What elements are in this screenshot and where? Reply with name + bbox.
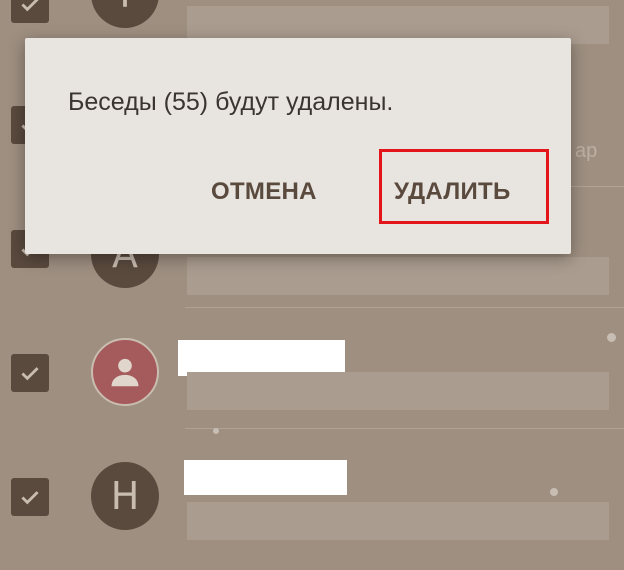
conversation-row[interactable]: Т — [0, 0, 624, 44]
delete-confirm-dialog: Беседы (55) будут удалены. ОТМЕНА УДАЛИТ… — [25, 38, 571, 254]
contact-name-redacted — [178, 340, 345, 376]
conversation-row[interactable] — [0, 310, 624, 428]
dialog-message: Беседы (55) будут удалены. — [68, 88, 394, 116]
wallpaper-dot — [213, 428, 219, 434]
contact-name-redacted — [184, 460, 347, 495]
row-checkbox[interactable] — [11, 478, 49, 516]
delete-button-highlight — [379, 149, 549, 224]
check-icon — [21, 0, 39, 12]
wallpaper-dot — [550, 488, 558, 496]
row-checkbox[interactable] — [11, 0, 49, 23]
row-checkbox[interactable] — [11, 354, 49, 392]
avatar: Н — [91, 462, 159, 530]
check-icon — [21, 491, 39, 505]
message-snippet-redacted — [187, 257, 609, 295]
wallpaper-dot — [607, 333, 616, 342]
message-snippet-redacted — [187, 502, 609, 540]
divider — [185, 307, 624, 308]
snippet-tail: ар — [575, 140, 598, 162]
cancel-button[interactable]: ОТМЕНА — [211, 178, 317, 206]
message-snippet-redacted — [187, 372, 609, 410]
divider — [185, 428, 624, 429]
avatar-letter: Т — [113, 0, 136, 16]
person-icon — [111, 358, 139, 387]
conversation-row[interactable]: Н — [0, 432, 624, 550]
avatar: Т — [91, 0, 159, 28]
check-icon — [21, 367, 39, 381]
avatar-letter: Н — [110, 474, 140, 518]
avatar — [91, 338, 159, 406]
